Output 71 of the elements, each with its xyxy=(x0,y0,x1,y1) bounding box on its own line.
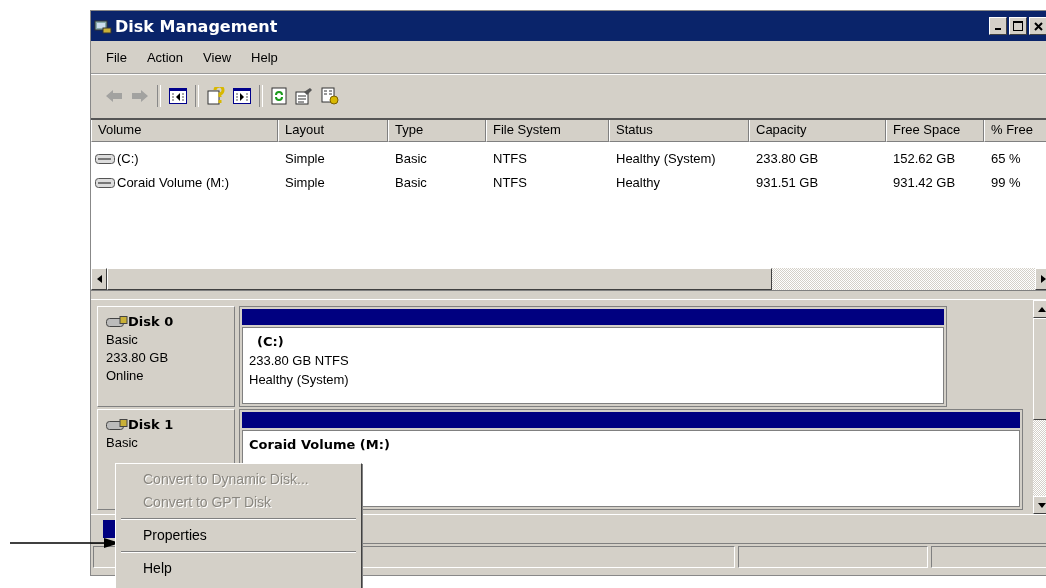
vertical-scrollbar[interactable] xyxy=(1033,300,1046,514)
pane-splitter[interactable] xyxy=(91,290,1046,300)
menu-item[interactable]: File xyxy=(106,49,127,65)
disk-info: 233.80 GB xyxy=(106,349,170,367)
scroll-thumb[interactable] xyxy=(107,268,772,290)
computer-icon xyxy=(94,18,112,34)
close-icon xyxy=(1033,21,1043,31)
left-arrow-icon xyxy=(96,275,102,283)
disk-name: Disk 0 xyxy=(128,313,174,331)
menu-item[interactable]: View xyxy=(203,49,232,65)
disk-drive-icon xyxy=(106,419,128,431)
table-cell: Basic xyxy=(395,151,427,166)
drive-icon xyxy=(95,153,115,164)
console-tree-icon[interactable] xyxy=(169,88,187,104)
action-pane-icon[interactable] xyxy=(233,88,251,104)
column-header[interactable]: Volume xyxy=(91,120,278,142)
disk-info: Online xyxy=(106,367,145,385)
maximize-icon xyxy=(1013,21,1023,31)
settings-icon[interactable] xyxy=(321,87,339,105)
scroll-down-button[interactable] xyxy=(1033,496,1046,514)
disk-info: Basic xyxy=(106,331,139,349)
table-cell: Basic xyxy=(395,175,427,190)
column-header[interactable]: Type xyxy=(388,120,486,142)
disk-label-panel[interactable]: Disk 0 Basic 233.80 GB Online xyxy=(97,306,235,407)
maximize-button[interactable] xyxy=(1009,17,1027,35)
help-icon[interactable] xyxy=(207,87,225,105)
table-cell: 931.42 GB xyxy=(893,175,956,190)
table-cell: 65 % xyxy=(991,151,1021,166)
close-button[interactable] xyxy=(1029,17,1046,35)
scroll-up-button[interactable] xyxy=(1033,300,1046,318)
table-cell: Coraid Volume (M:) xyxy=(117,175,229,190)
column-header[interactable]: % Free xyxy=(984,120,1046,142)
up-arrow-icon xyxy=(1038,306,1046,312)
column-header[interactable]: Free Space xyxy=(886,120,984,142)
table-cell: Healthy (System) xyxy=(616,151,716,166)
table-cell: NTFS xyxy=(493,151,527,166)
partition-info: Healthy (System) xyxy=(249,371,350,389)
menu-item[interactable]: Properties xyxy=(118,524,359,547)
properties-icon[interactable] xyxy=(295,87,313,105)
menu-item[interactable]: Action xyxy=(146,49,184,65)
table-cell: 931.51 GB xyxy=(756,175,819,190)
disk-name: Disk 1 xyxy=(128,416,174,434)
right-arrow-icon xyxy=(1040,275,1046,283)
table-cell: (C:) xyxy=(117,151,139,166)
partition-info: 233.80 GB NTFS xyxy=(249,352,350,370)
scroll-left-button[interactable] xyxy=(91,268,107,290)
column-header[interactable]: Capacity xyxy=(749,120,886,142)
disk-info: Basic xyxy=(106,434,139,452)
refresh-icon[interactable] xyxy=(271,87,287,105)
partition-name: Coraid Volume (M:) xyxy=(249,436,391,454)
drive-icon xyxy=(95,177,115,188)
menu-item[interactable]: Help xyxy=(118,557,359,580)
table-cell: 233.80 GB xyxy=(756,151,819,166)
partition-name: (C:) xyxy=(256,333,285,351)
scroll-thumb[interactable] xyxy=(1033,318,1046,420)
minimize-button[interactable] xyxy=(989,17,1007,35)
window-title: Disk Management xyxy=(115,16,278,36)
horizontal-scrollbar[interactable] xyxy=(91,268,1046,290)
column-header[interactable]: Status xyxy=(609,120,749,142)
table-cell: Simple xyxy=(285,151,325,166)
table-cell: 99 % xyxy=(991,175,1021,190)
table-cell: NTFS xyxy=(493,175,527,190)
disk-drive-icon xyxy=(106,316,128,328)
table-cell: Healthy xyxy=(616,175,661,190)
column-header[interactable]: Layout xyxy=(278,120,388,142)
partition-block[interactable]: (C:) 233.80 GB NTFS Healthy (System) xyxy=(239,306,947,407)
table-cell: Simple xyxy=(285,175,325,190)
table-cell: 152.62 GB xyxy=(893,151,956,166)
menu-item[interactable]: Help xyxy=(251,49,278,65)
down-arrow-icon xyxy=(1038,502,1046,508)
column-header[interactable]: File System xyxy=(486,120,609,142)
